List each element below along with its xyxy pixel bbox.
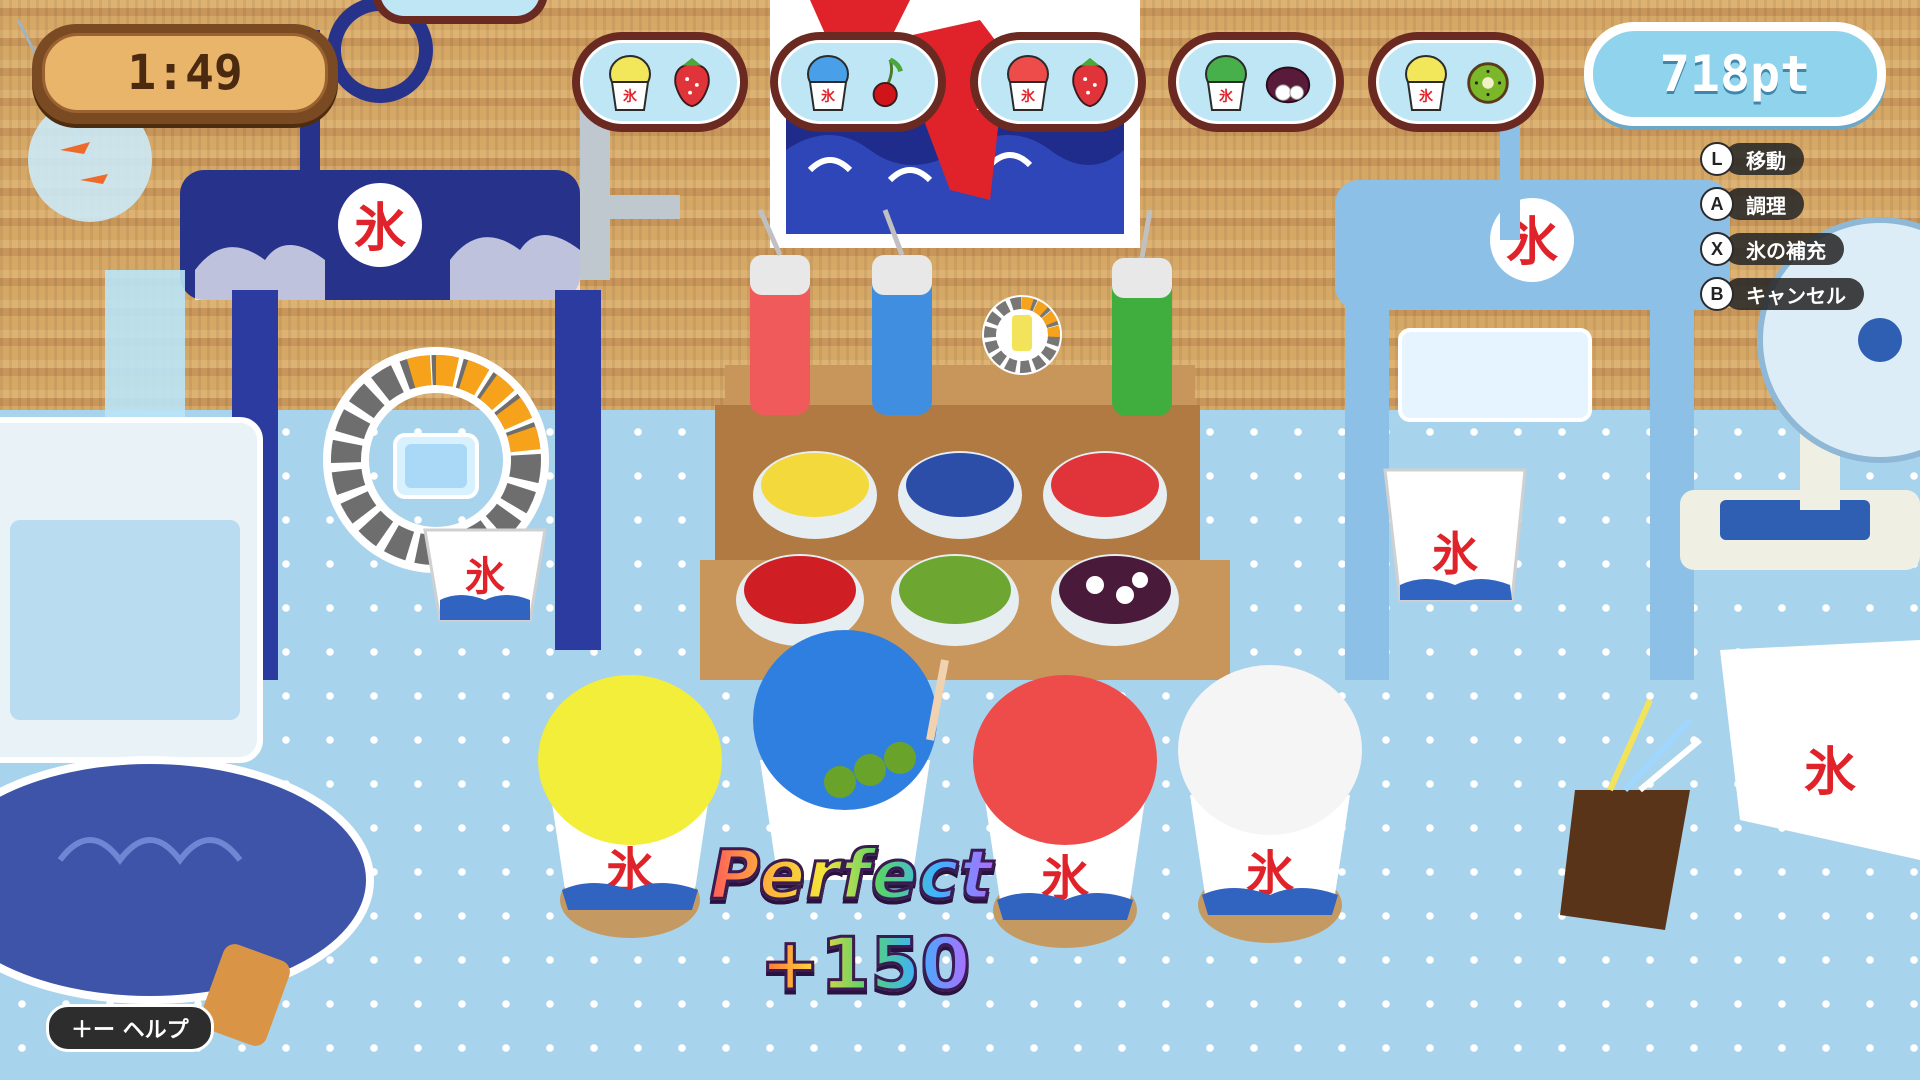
order-ticket-offscreen: [372, 0, 548, 24]
cup-under-left-machine: 氷: [423, 528, 547, 622]
cherry-icon: [872, 57, 903, 108]
order-ticket-4: 氷: [1168, 32, 1344, 132]
ice-gauge: [323, 347, 549, 573]
strawberry-icon: [674, 57, 710, 108]
a-button-icon: A: [1700, 187, 1734, 221]
cooler-box: [0, 417, 263, 763]
timer-text: 1:49: [42, 33, 328, 113]
control-label: 氷の補充: [1724, 233, 1844, 265]
bowl-lemon[interactable]: [753, 451, 877, 539]
bowl-anko-mochi[interactable]: [1051, 554, 1179, 646]
kiwi-icon: [1467, 62, 1509, 104]
svg-text:氷: 氷: [354, 199, 406, 259]
control-cancel: B キャンセル: [1700, 277, 1864, 311]
svg-text:氷: 氷: [821, 88, 836, 105]
shaved-ice-icon: 氷: [1405, 55, 1447, 111]
syrup-bottle-red[interactable]: [750, 208, 810, 415]
shaved-ice-icon: 氷: [807, 55, 849, 111]
order-ticket-body: 氷: [1176, 40, 1336, 124]
ice-machine-right[interactable]: 氷 氷: [1335, 40, 1730, 680]
anko-mochi-icon: [1265, 66, 1311, 104]
order-ticket-body: 氷: [778, 40, 938, 124]
stall-illustration: 氷 氷 氷 氷 氷 氷 氷 氷: [0, 0, 1920, 1046]
straw-holder[interactable]: [1560, 698, 1702, 930]
svg-text:氷: 氷: [1219, 88, 1234, 105]
svg-text:氷: 氷: [1432, 527, 1478, 581]
syrup-bottle-blue[interactable]: [872, 209, 932, 415]
bowl-strawberry[interactable]: [1043, 451, 1167, 539]
syrup-bottle-green[interactable]: [1112, 209, 1172, 416]
order-ticket-body: 氷: [1376, 40, 1536, 124]
score-text: 718pt: [1593, 31, 1877, 117]
svg-text:氷: 氷: [1804, 743, 1856, 803]
x-button-icon: X: [1700, 232, 1734, 266]
points-bonus: +150: [759, 921, 973, 1008]
syrup-gauge: [982, 295, 1062, 375]
order-ticket-3: 氷: [970, 32, 1146, 132]
serving-cup-1[interactable]: 氷: [538, 675, 722, 938]
score-panel: 718pt: [1584, 22, 1886, 126]
perfect-rating: Perfect: [708, 835, 994, 917]
svg-text:氷: 氷: [623, 88, 638, 105]
order-ticket-1: 氷: [572, 32, 748, 132]
l-stick-icon: L: [1700, 142, 1734, 176]
svg-text:氷: 氷: [1419, 88, 1434, 105]
control-label: 調理: [1724, 188, 1804, 220]
cup-stack[interactable]: 氷: [1720, 640, 1920, 860]
shaved-ice-icon: 氷: [609, 55, 651, 111]
strawberry-icon: [1072, 57, 1108, 108]
control-move: L 移動: [1700, 142, 1804, 176]
order-ticket-2: 氷: [770, 32, 946, 132]
serving-cup-4[interactable]: 氷: [1178, 665, 1362, 943]
game-scene: 氷 氷 氷 氷 氷 氷 氷 氷 1:49 718pt 氷 氷 氷 氷 氷 L 移…: [0, 0, 1920, 1080]
control-label: キャンセル: [1724, 278, 1864, 310]
shaved-ice-icon: 氷: [1205, 55, 1247, 111]
control-label: 移動: [1724, 143, 1804, 175]
bowl-kiwi[interactable]: [891, 554, 1019, 646]
bowl-blueberry[interactable]: [898, 451, 1022, 539]
help-button[interactable]: ＋ー ヘルプ: [46, 1004, 214, 1052]
control-refill-ice: X 氷の補充: [1700, 232, 1844, 266]
order-ticket-5: 氷: [1368, 32, 1544, 132]
shaved-ice-icon: 氷: [1007, 55, 1049, 111]
svg-text:氷: 氷: [1021, 88, 1036, 105]
timer-panel: 1:49: [32, 24, 338, 124]
control-cook: A 調理: [1700, 187, 1804, 221]
order-ticket-body: 氷: [580, 40, 740, 124]
order-ticket-body: 氷: [978, 40, 1138, 124]
b-button-icon: B: [1700, 277, 1734, 311]
serving-cup-3[interactable]: 氷: [973, 675, 1157, 948]
svg-text:氷: 氷: [465, 554, 505, 600]
